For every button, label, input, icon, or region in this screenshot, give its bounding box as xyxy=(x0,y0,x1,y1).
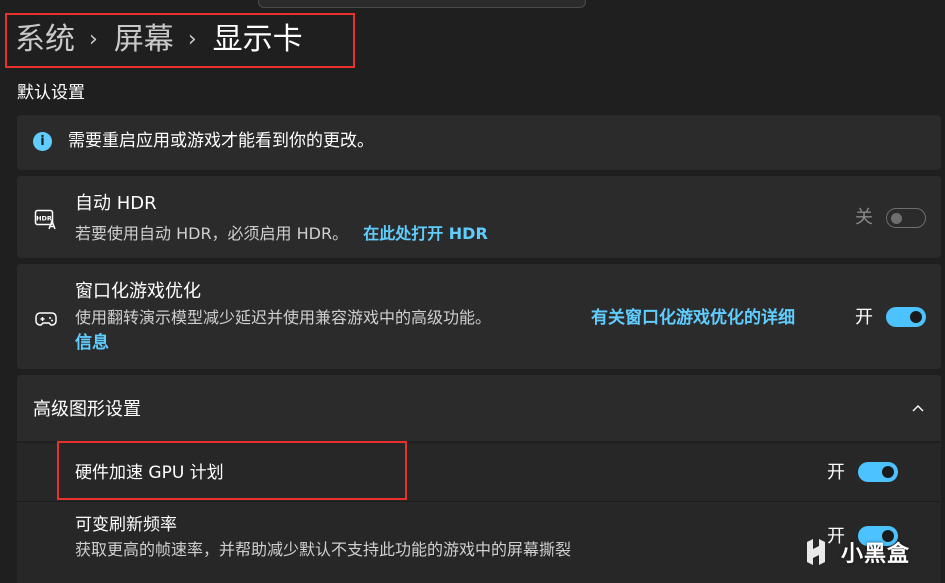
hardware-gpu-scheduling-toggle[interactable] xyxy=(858,462,898,482)
setting-divider xyxy=(17,501,941,502)
svg-text:HDR: HDR xyxy=(36,215,52,223)
search-box-edge[interactable] xyxy=(258,0,586,8)
settings-window: 系统 › 屏幕 › 显示卡 默认设置 i 需要重启应用或游戏才能看到你的更改。 … xyxy=(0,0,945,583)
auto-hdr-toggle[interactable] xyxy=(886,208,926,228)
notice-card: i 需要重启应用或游戏才能看到你的更改。 xyxy=(17,115,941,170)
windowed-optimization-description: 使用翻转演示模型减少延迟并使用兼容游戏中的高级功能。 xyxy=(75,308,492,327)
watermark: 小黑盒 xyxy=(803,530,910,574)
advanced-graphics-expander-header[interactable]: 高级图形设置 xyxy=(17,375,941,441)
toggle-knob xyxy=(910,311,922,323)
game-controller-icon xyxy=(35,312,57,326)
windowed-optimization-learn-more-link[interactable]: 有关窗口化游戏优化的详细 xyxy=(591,307,795,329)
toggle-knob xyxy=(891,213,902,224)
auto-hdr-description-text: 若要使用自动 HDR，必须启用 HDR。 xyxy=(75,224,349,243)
auto-hdr-title: 自动 HDR xyxy=(75,193,157,214)
windowed-optimization-card: 窗口化游戏优化 使用翻转演示模型减少延迟并使用兼容游戏中的高级功能。 有关窗口化… xyxy=(17,264,941,369)
notice-text: 需要重启应用或游戏才能看到你的更改。 xyxy=(68,131,374,151)
variable-refresh-rate-title: 可变刷新频率 xyxy=(75,515,177,535)
hardware-gpu-scheduling-state-label: 开 xyxy=(827,462,845,483)
advanced-graphics-title: 高级图形设置 xyxy=(33,399,141,420)
variable-refresh-rate-description: 获取更高的帧速率，并帮助减少默认不支持此功能的游戏中的屏幕撕裂 xyxy=(75,540,572,559)
watermark-text: 小黑盒 xyxy=(841,542,911,567)
windowed-optimization-title: 窗口化游戏优化 xyxy=(75,281,201,302)
auto-hdr-card: HDR 自动 HDR 若要使用自动 HDR，必须启用 HDR。 在此处打开 HD… xyxy=(17,176,941,258)
section-heading-default-settings: 默认设置 xyxy=(17,83,85,103)
hdr-icon: HDR xyxy=(34,209,56,230)
info-icon: i xyxy=(33,132,52,151)
windowed-optimization-state-label: 开 xyxy=(855,307,873,328)
auto-hdr-description: 若要使用自动 HDR，必须启用 HDR。 在此处打开 HDR xyxy=(75,223,488,245)
windowed-optimization-learn-more-link-line2[interactable]: 信息 xyxy=(75,332,109,354)
breadcrumb-highlight-box xyxy=(5,13,355,68)
windowed-optimization-toggle[interactable] xyxy=(886,307,926,327)
turn-on-hdr-link[interactable]: 在此处打开 HDR xyxy=(363,224,488,243)
gpu-scheduling-highlight-box xyxy=(57,441,407,500)
auto-hdr-state-label: 关 xyxy=(855,207,873,228)
toggle-knob xyxy=(882,466,894,478)
heybox-logo-icon xyxy=(807,539,825,565)
chevron-up-icon[interactable] xyxy=(912,404,924,412)
